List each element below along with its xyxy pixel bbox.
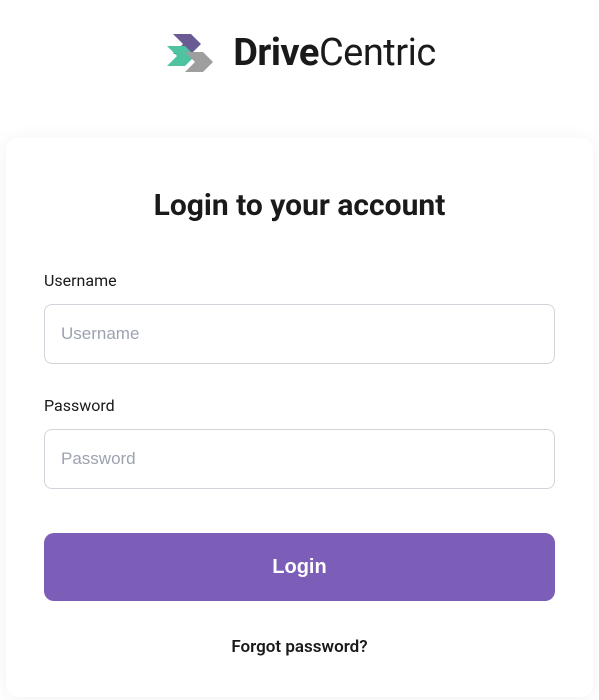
forgot-password-link[interactable]: Forgot password? [44, 637, 555, 657]
username-input[interactable] [44, 304, 555, 364]
login-button[interactable]: Login [44, 533, 555, 601]
brand-name-light: Centric [319, 31, 436, 75]
password-input[interactable] [44, 429, 555, 489]
username-label: Username [44, 271, 555, 290]
login-card: Login to your account Username Password … [6, 138, 593, 697]
username-group: Username [44, 271, 555, 364]
login-title: Login to your account [44, 188, 555, 223]
password-group: Password [44, 396, 555, 489]
brand-logo-icon [163, 28, 223, 78]
brand-name-bold: Drive [233, 31, 319, 75]
brand-logo: DriveCentric [0, 0, 599, 138]
brand-logo-text: DriveCentric [233, 31, 436, 75]
password-label: Password [44, 396, 555, 415]
